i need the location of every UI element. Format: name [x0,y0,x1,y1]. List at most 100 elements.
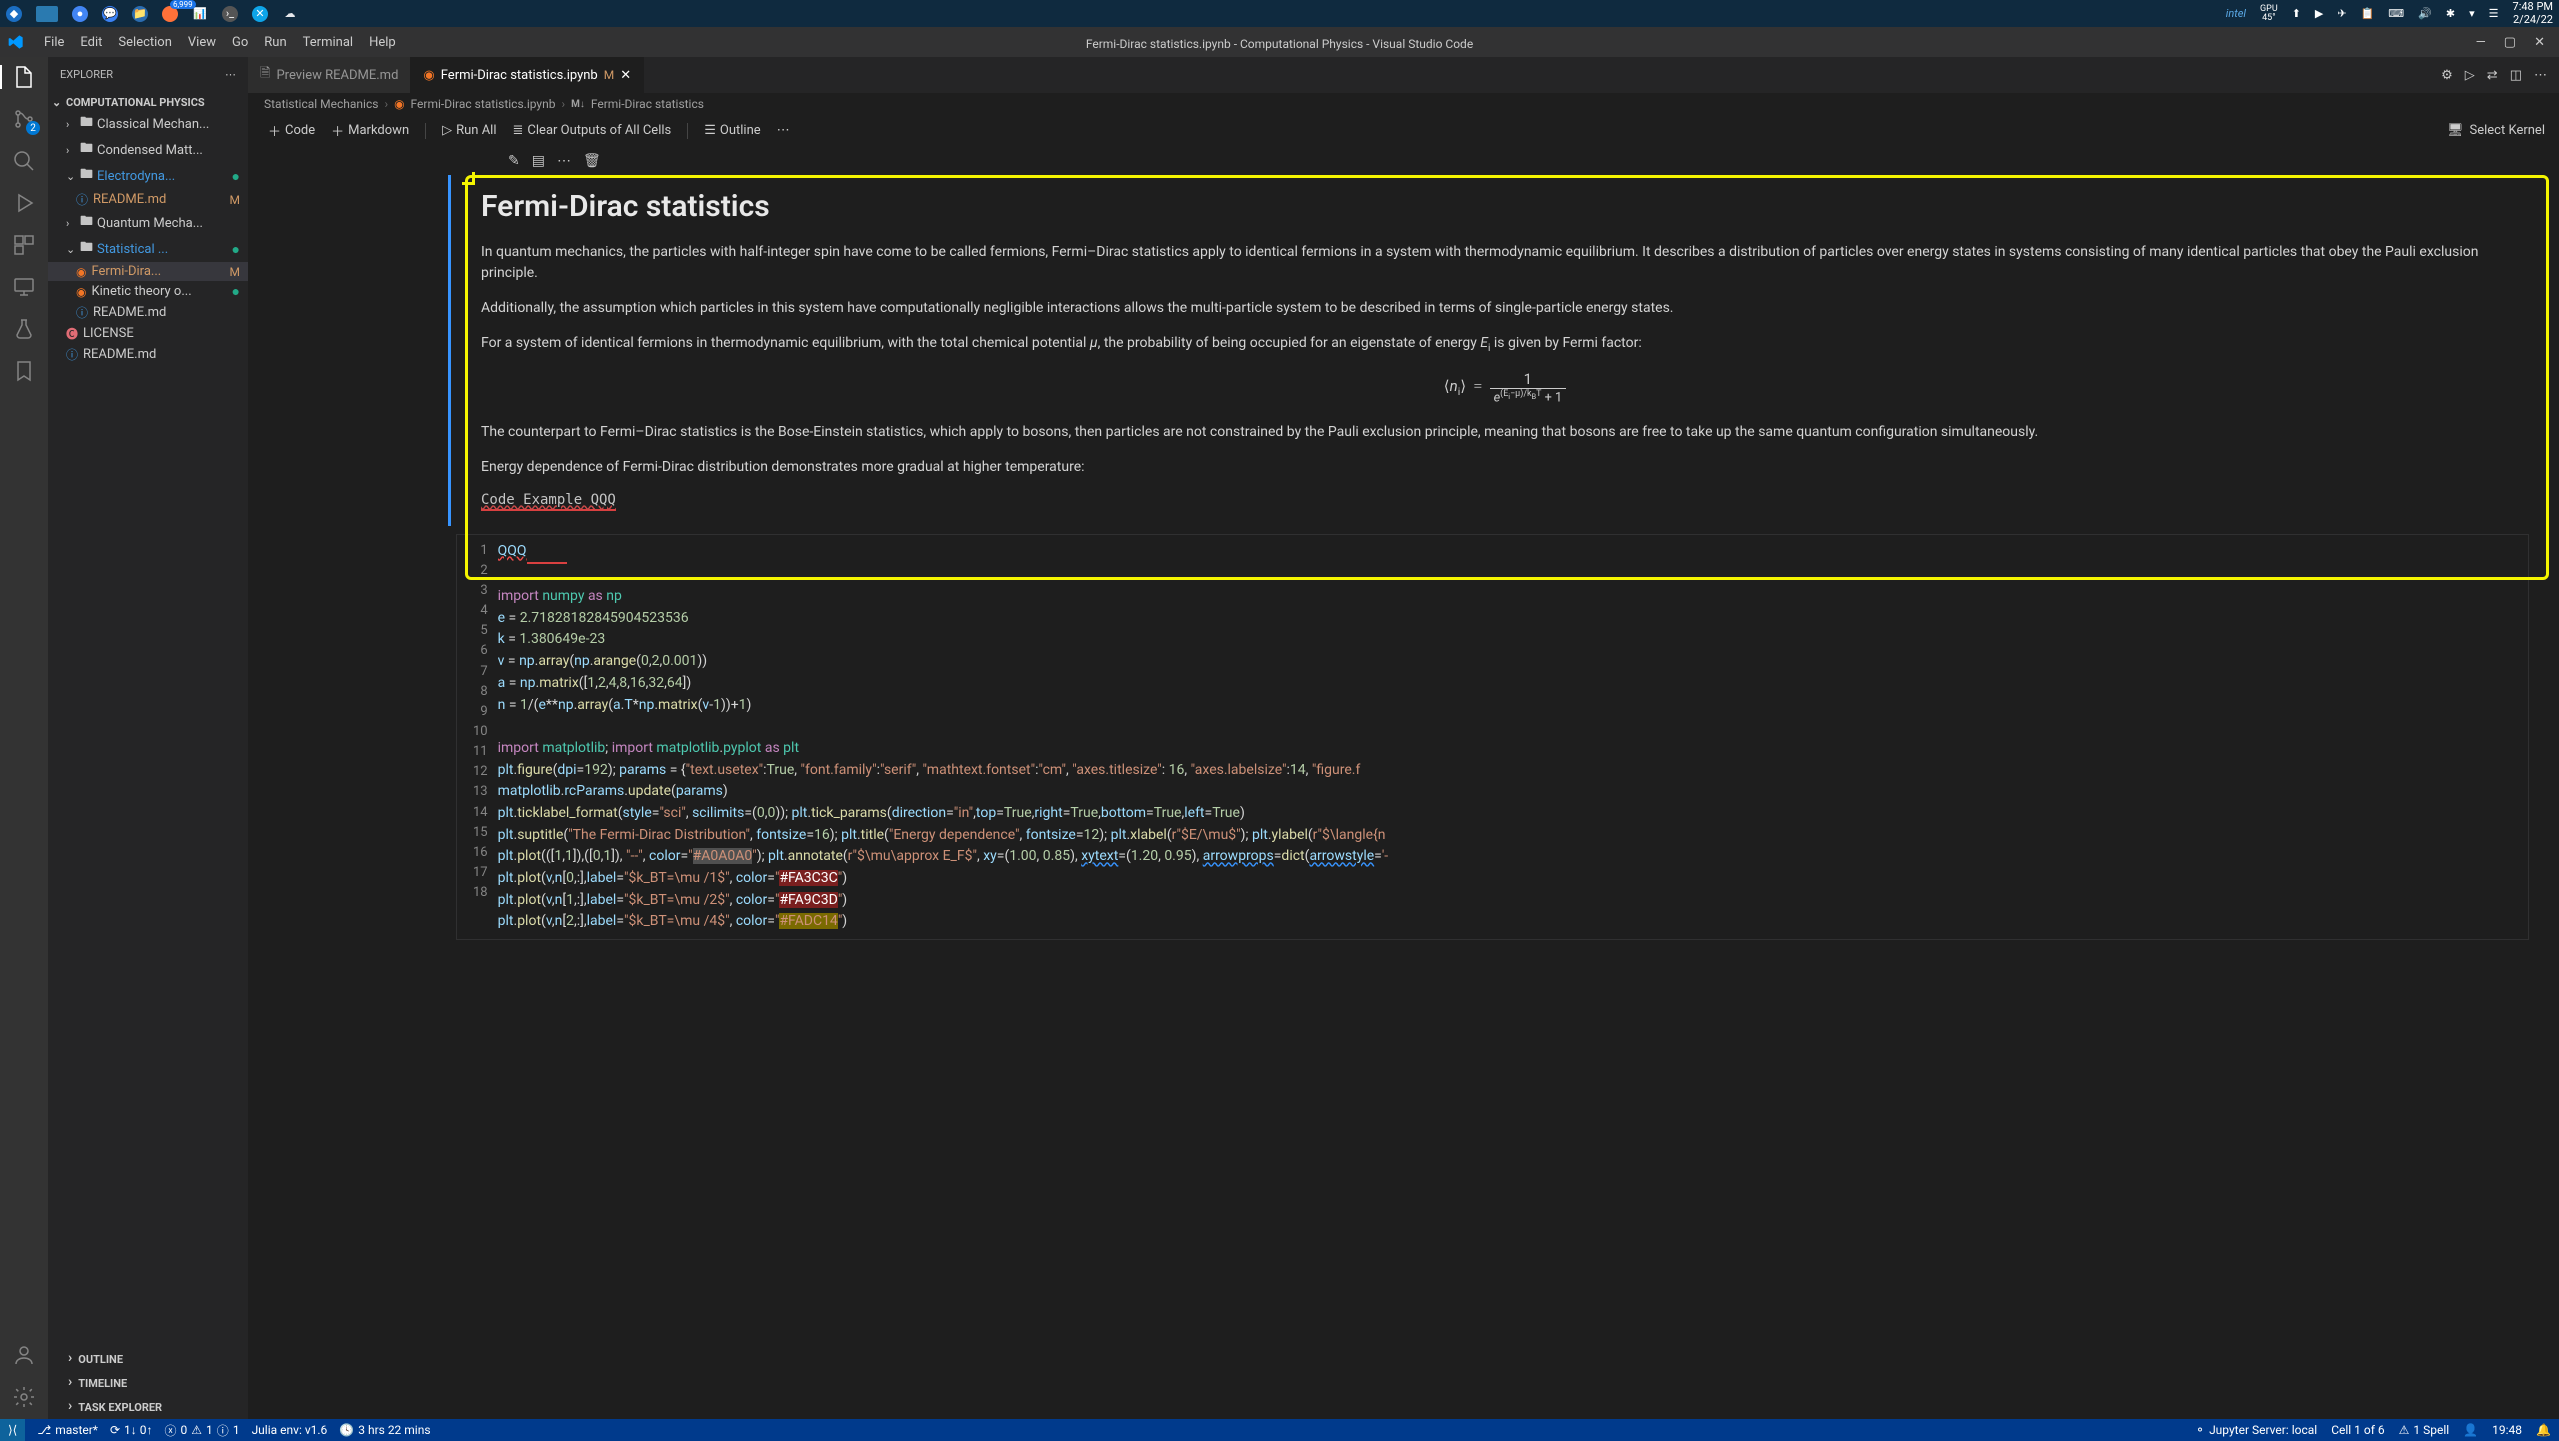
remote-icon[interactable] [12,275,36,299]
file-readme-electro[interactable]: ⓘREADME.mdM [48,189,248,210]
wakatime[interactable]: 🕓 3 hrs 22 mins [339,1423,430,1437]
settings-gear-icon[interactable] [12,1385,36,1409]
folder-classical[interactable]: ›🖿Classical Mechan... [48,111,248,137]
run-debug-icon[interactable] [12,191,36,215]
julia-env[interactable]: Julia env: v1.6 [252,1423,328,1437]
maximize-icon[interactable]: ▢ [2504,35,2516,50]
volume-icon[interactable]: 🔊 [2418,7,2432,20]
app2-icon[interactable]: ✕ [252,6,268,22]
menu-run[interactable]: Run [256,35,294,50]
scm-icon[interactable]: 2 [12,107,36,131]
add-code-button[interactable]: ＋ Code [262,119,321,142]
breadcrumb-file[interactable]: Fermi-Dirac statistics.ipynb [411,97,556,111]
files-icon[interactable]: 📁 [132,6,148,22]
timeline-section[interactable]: TIMELINE [48,1371,248,1395]
spell-check[interactable]: ⚠ 1 Spell [2399,1423,2450,1437]
git-sync[interactable]: ⟳ 1↓ 0↑ [110,1423,153,1437]
jupyter-server[interactable]: ⚬ Jupyter Server: local [2195,1423,2317,1437]
minimize-icon[interactable]: — [2476,35,2486,50]
explorer-icon[interactable] [12,65,36,89]
telegram-icon[interactable]: ✈ [2337,7,2346,20]
task-explorer-section[interactable]: TASK EXPLORER [48,1395,248,1419]
file-license[interactable]: 🅒LICENSE [48,323,248,344]
more-icon[interactable]: ⋯ [2534,68,2547,83]
outline-section[interactable]: OUTLINE [48,1347,248,1371]
jupyter-icon: ◉ [423,68,434,83]
outline-button[interactable]: ☰ Outline [698,121,766,140]
run-all-button[interactable]: ▷ Run All [436,121,502,140]
menu-view[interactable]: View [180,35,224,50]
breadcrumb-symbol[interactable]: Fermi-Dirac statistics [591,97,704,111]
menu-go[interactable]: Go [224,35,256,50]
problems[interactable]: ⓧ 0 ⚠ 1 ⓘ 1 [165,1422,240,1439]
breadcrumbs[interactable]: Statistical Mechanics › ◉ Fermi-Dirac st… [248,93,2559,115]
notebook-settings-icon[interactable]: ⚙ [2441,68,2453,83]
menu-selection[interactable]: Selection [110,35,179,50]
diff-icon[interactable]: ⇄ [2487,68,2498,83]
sidebar-more-icon[interactable]: ⋯ [225,68,236,81]
profile-icon[interactable]: 👤 [2463,1423,2478,1437]
markdown-cell[interactable]: Fermi-Dirac statistics In quantum mechan… [448,175,2559,526]
terminal-icon[interactable]: ›_ [222,6,238,22]
project-root[interactable]: ⌄COMPUTATIONAL PHYSICS [48,94,248,111]
statusbar: ⟩⟨ ⎇ master* ⟳ 1↓ 0↑ ⓧ 0 ⚠ 1 ⓘ 1 Julia e… [0,1419,2559,1441]
cell-more-icon[interactable]: ⋯ [557,153,571,169]
broken-link[interactable]: Code Example QQQ [481,492,616,511]
folder-statistical[interactable]: ⌄🖿Statistical ...● [48,236,248,262]
keyboard-icon[interactable]: ⌨ [2388,7,2404,20]
status-clock[interactable]: 19:48 [2492,1423,2522,1437]
code-cell[interactable]: 123456789101112131415161718 QQQ import n… [456,534,2529,940]
add-markdown-button[interactable]: ＋ Markdown [325,119,415,142]
up-arrow-icon[interactable]: ⬆ [2292,7,2301,20]
chat-icon[interactable]: 💬 [102,6,118,22]
delete-cell-icon[interactable]: 🗑 [583,153,601,169]
chromium-icon[interactable]: ● [72,6,88,22]
tab-preview-readme[interactable]: 🗎 Preview README.md [248,57,411,93]
notifications-icon[interactable]: 🔔 [2536,1423,2551,1437]
clipboard-icon[interactable]: 📋 [2361,7,2375,20]
clock[interactable]: 7:48 PM 2/24/22 [2513,1,2553,25]
edit-cell-icon[interactable]: ✎ [508,153,520,169]
file-readme-stat[interactable]: ⓘREADME.md [48,302,248,323]
list-icon[interactable]: ☰ [2489,7,2499,20]
search-icon[interactable] [12,149,36,173]
extensions-icon[interactable] [12,233,36,257]
menu-file[interactable]: File [36,35,72,50]
folder-condensed[interactable]: ›🖿Condensed Matt... [48,137,248,163]
breadcrumb-folder[interactable]: Statistical Mechanics [264,97,378,111]
cloud-icon[interactable]: ☁ [282,6,298,22]
split-cell-icon[interactable]: ▤ [532,153,545,169]
kernel-selector[interactable]: 🖥 Select Kernel [2447,123,2545,138]
account-icon[interactable] [12,1343,36,1367]
code-content[interactable]: QQQ import numpy as np e = 2.71828182845… [498,535,1389,939]
app-icon[interactable] [36,6,58,22]
jupyter-icon: ◉ [394,97,404,111]
bookmarks-icon[interactable] [12,359,36,383]
close-icon[interactable]: ✕ [2534,35,2545,50]
file-kinetic[interactable]: ◉Kinetic theory o...● [48,281,248,302]
vscode-icon [8,34,24,50]
split-icon[interactable]: ◫ [2510,68,2522,83]
start-menu-icon[interactable]: ◆ [6,6,22,22]
menu-help[interactable]: Help [361,35,404,50]
menu-edit[interactable]: Edit [72,35,110,50]
file-readme-root[interactable]: ⓘREADME.md [48,344,248,365]
run-icon[interactable]: ▷ [2465,68,2475,83]
preview-icon: 🗎 [260,64,270,86]
folder-quantum[interactable]: ›🖿Quantum Mecha... [48,210,248,236]
folder-electro[interactable]: ⌄🖿Electrodyna...● [48,163,248,189]
remote-indicator[interactable]: ⟩⟨ [0,1419,25,1441]
tab-close-icon[interactable]: ✕ [620,68,631,83]
firefox-icon[interactable]: 6,999 [162,6,178,22]
git-branch[interactable]: ⎇ master* [37,1423,98,1437]
menu-terminal[interactable]: Terminal [295,35,361,50]
notebook-more-button[interactable]: ⋯ [771,121,796,140]
testing-icon[interactable] [12,317,36,341]
clear-outputs-button[interactable]: ≣ Clear Outputs of All Cells [507,121,678,140]
dropdown-icon[interactable]: ▾ [2469,7,2475,20]
bluetooth-icon[interactable]: ✱ [2446,7,2455,20]
file-fermi[interactable]: ◉Fermi-Dira...M [48,262,248,281]
tab-fermi[interactable]: ◉ Fermi-Dirac statistics.ipynb M ✕ [411,57,644,93]
play-icon[interactable]: ▶ [2315,7,2323,20]
cell-position[interactable]: Cell 1 of 6 [2331,1423,2384,1437]
